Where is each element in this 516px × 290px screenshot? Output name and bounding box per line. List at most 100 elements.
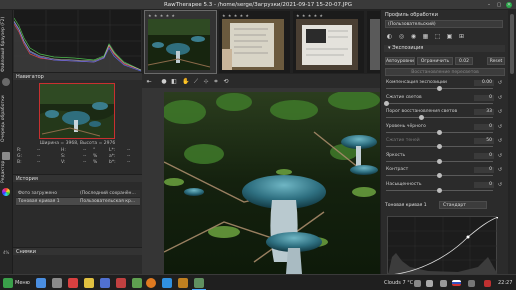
- terminal-app-icon[interactable]: [52, 278, 62, 288]
- rawtherapee-icon[interactable]: [194, 278, 204, 288]
- exposure-slider[interactable]: Насыщенность 0 ↺: [384, 181, 505, 195]
- rating-stars[interactable]: ★ ★ ★ ★ ★: [222, 13, 250, 18]
- thumb-mushrooms[interactable]: ★ ★ ★ ★ ★: [144, 10, 217, 74]
- exposure-slider[interactable]: Компенсация экспозиции 0.00 ↺: [384, 80, 505, 93]
- firefox-icon[interactable]: [146, 278, 156, 288]
- reset-icon[interactable]: ↺: [497, 80, 503, 86]
- navigator-preview[interactable]: [39, 83, 115, 139]
- reset-icon[interactable]: ↺: [497, 109, 503, 115]
- white-balance-icon[interactable]: ⊹: [202, 78, 210, 86]
- hand-tool-icon[interactable]: ✋: [182, 78, 190, 86]
- curve-mode-combo[interactable]: Стандарт: [439, 201, 487, 209]
- reset-button[interactable]: Reset: [487, 57, 505, 65]
- app-icon-blue-2[interactable]: [162, 278, 172, 288]
- metadata-tab-icon[interactable]: ⊞: [458, 33, 465, 40]
- exposure-slider[interactable]: Контраст 0 ↺: [384, 167, 505, 180]
- exposure-slider[interactable]: Уровень чёрного 0 ↺: [384, 123, 505, 137]
- auto-levels-button[interactable]: Автоуровни: [385, 57, 415, 65]
- app-icon-yellow[interactable]: [84, 278, 94, 288]
- queue-icon[interactable]: [2, 152, 10, 160]
- files-app-icon[interactable]: [36, 278, 46, 288]
- reset-icon[interactable]: ↺: [497, 182, 503, 188]
- slider-value-input[interactable]: 0: [474, 167, 494, 173]
- slider-value-input[interactable]: 0: [474, 181, 494, 188]
- color-wheel-icon[interactable]: [2, 188, 10, 196]
- slider-knob[interactable]: [383, 100, 389, 106]
- reset-icon[interactable]: ↺: [497, 167, 503, 173]
- slider-knob[interactable]: [437, 158, 442, 164]
- main-image[interactable]: [164, 92, 380, 274]
- table-row[interactable]: Тоновая кривая 1 Пользовательская кр...: [16, 198, 140, 206]
- slider-knob[interactable]: [437, 187, 442, 193]
- start-menu-icon[interactable]: [3, 278, 13, 288]
- reset-icon[interactable]: ↺: [497, 124, 503, 130]
- volume-icon[interactable]: [426, 280, 433, 287]
- crop-icon[interactable]: ⌗: [212, 78, 220, 86]
- weather-text[interactable]: Clouds 7 °C: [384, 278, 413, 288]
- slider-value-input[interactable]: 0: [474, 152, 494, 159]
- tray-icon[interactable]: [468, 280, 475, 287]
- slider-track[interactable]: [386, 117, 493, 118]
- slider-value-input[interactable]: 0: [474, 94, 494, 101]
- reset-icon[interactable]: ↺: [497, 138, 503, 144]
- panel-toggle-icon[interactable]: ⇤: [145, 78, 153, 86]
- reset-icon[interactable]: ↺: [497, 153, 503, 159]
- slider-value-input[interactable]: 0.00: [474, 80, 494, 86]
- clip-button[interactable]: Ограничить: [417, 57, 453, 65]
- info-icon[interactable]: ●: [160, 78, 168, 86]
- thumb-document[interactable]: ★ ★ ★ ★ ★: [219, 11, 290, 73]
- tab-queue[interactable]: Очередь обработки: [1, 90, 12, 148]
- history-header[interactable]: История: [13, 174, 142, 182]
- exposure-tab-icon[interactable]: ◐: [386, 33, 393, 40]
- notification-icon[interactable]: [484, 280, 491, 287]
- app-icon-orange[interactable]: [178, 278, 188, 288]
- exposure-slider[interactable]: Сжатие светов 0 ↺: [383, 94, 505, 108]
- detail-tab-icon[interactable]: ◎: [398, 33, 405, 40]
- rating-stars[interactable]: ★ ★ ★ ★ ★: [148, 13, 176, 18]
- clip-value[interactable]: 0.02: [455, 57, 473, 65]
- language-flag-icon[interactable]: [452, 280, 461, 286]
- menu-button[interactable]: Меню: [15, 278, 30, 288]
- navigator-header[interactable]: Навигатор: [13, 72, 142, 80]
- slider-knob[interactable]: [437, 144, 442, 149]
- rating-stars[interactable]: ★ ★ ★ ★ ★: [296, 13, 324, 18]
- slider-knob[interactable]: [437, 129, 442, 135]
- app-icon-green[interactable]: [132, 278, 142, 288]
- right-scrollbar[interactable]: [508, 10, 516, 274]
- clock[interactable]: 22:27: [498, 278, 512, 288]
- slider-value-input[interactable]: 33: [474, 109, 494, 115]
- thumb-dark[interactable]: [367, 11, 380, 73]
- exposure-slider[interactable]: Яркость 0 ↺: [384, 152, 505, 166]
- transform-tab-icon[interactable]: ⬚: [434, 33, 441, 40]
- app-icon-red[interactable]: [68, 278, 78, 288]
- snapshots-header[interactable]: Снимки: [13, 247, 142, 255]
- scrollbar-thumb[interactable]: [510, 14, 514, 74]
- exposure-slider[interactable]: Порог восстановления светов 33 ↺: [384, 109, 505, 122]
- highlight-recovery-combo[interactable]: Восстановление пересветов: [385, 68, 505, 76]
- color-tab-icon[interactable]: ◉: [410, 33, 417, 40]
- maximize-icon[interactable]: ▢: [496, 2, 502, 8]
- app-icon-red-2[interactable]: [116, 278, 126, 288]
- reset-icon[interactable]: ↺: [497, 95, 503, 101]
- app-icon-blue[interactable]: [100, 278, 110, 288]
- slider-value-input[interactable]: 0: [474, 123, 494, 130]
- slider-knob[interactable]: [437, 173, 442, 178]
- tone-curve-editor[interactable]: [387, 215, 500, 276]
- exposure-slider[interactable]: Сжатие теней 50 ↺: [384, 138, 505, 151]
- picker-icon[interactable]: ⟋: [192, 78, 200, 86]
- close-icon[interactable]: ✕: [506, 2, 512, 8]
- file-browser-icon[interactable]: [2, 78, 10, 86]
- tab-editor[interactable]: Редактор: [1, 160, 12, 184]
- network-icon[interactable]: [414, 280, 421, 287]
- bluetooth-icon[interactable]: [440, 280, 447, 287]
- slider-knob[interactable]: [437, 86, 442, 91]
- wavelet-tab-icon[interactable]: ▦: [422, 33, 429, 40]
- profile-combo[interactable]: (Пользовательский): [385, 20, 503, 28]
- rotate-icon[interactable]: ⟲: [222, 78, 230, 86]
- raw-tab-icon[interactable]: ▣: [446, 33, 453, 40]
- before-after-icon[interactable]: ◧: [170, 78, 178, 86]
- minimize-icon[interactable]: –: [486, 2, 492, 8]
- tab-file-browser[interactable]: Файловый браузер (F2): [1, 14, 12, 74]
- slider-knob[interactable]: [418, 115, 424, 120]
- thumb-document-2[interactable]: ★ ★ ★ ★ ★: [293, 11, 364, 73]
